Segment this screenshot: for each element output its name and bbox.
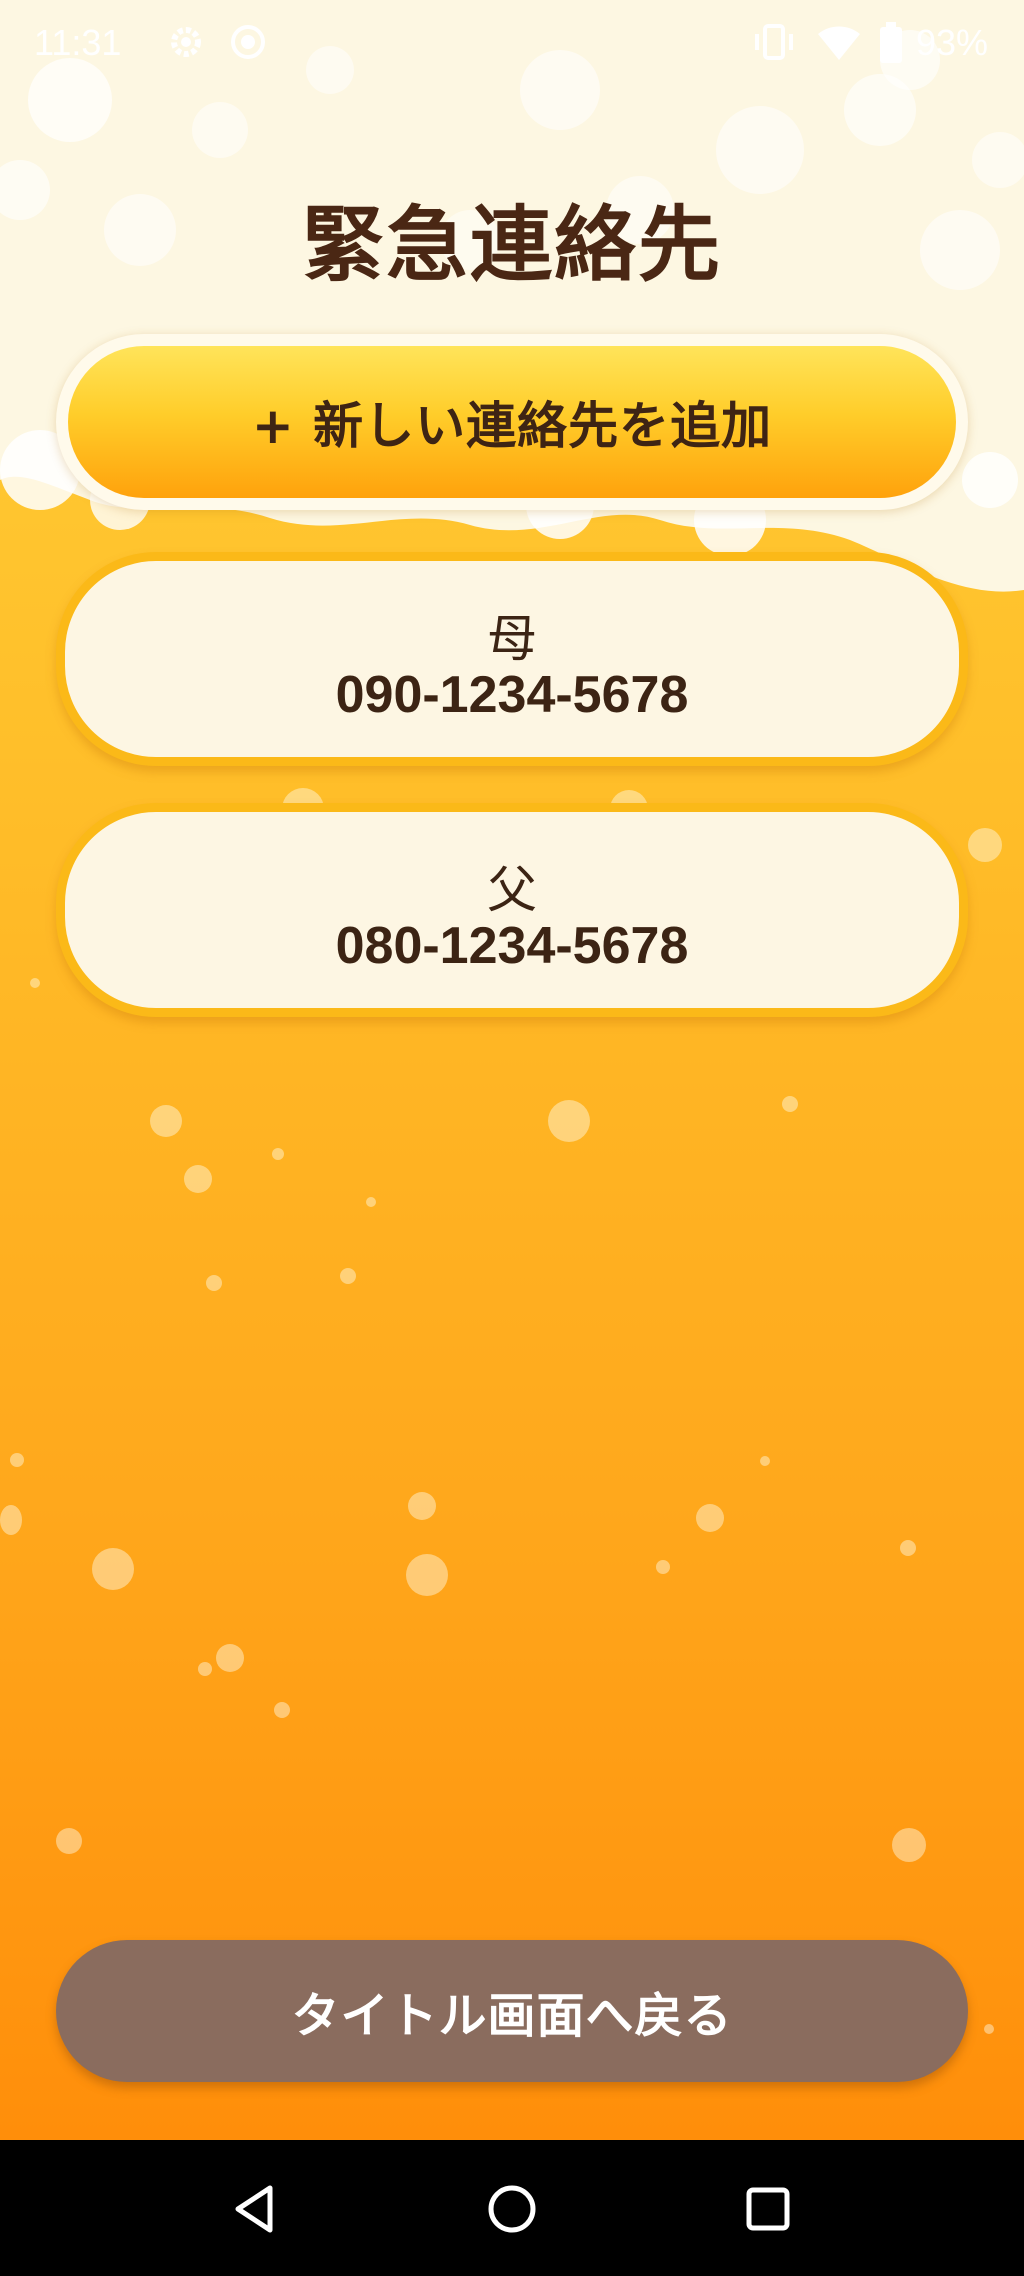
bubble xyxy=(340,1268,356,1284)
contact-phone: 090-1234-5678 xyxy=(335,666,689,724)
back-icon[interactable] xyxy=(220,2174,290,2244)
bubble xyxy=(272,1148,284,1160)
bubble xyxy=(30,978,40,988)
bubble xyxy=(198,1662,212,1676)
bubble xyxy=(10,1453,24,1467)
bubble xyxy=(968,828,1002,862)
bubble xyxy=(184,1165,212,1193)
bubble xyxy=(150,1105,182,1137)
bubble xyxy=(274,1702,290,1718)
bubble xyxy=(406,1554,448,1596)
contact-card[interactable]: 父 080-1234-5678 xyxy=(56,803,968,1017)
app-screen: 11:31 93% 緊急連絡先 + 新しい連絡先を追加 母 090-1234-5… xyxy=(0,0,1024,2140)
recents-icon[interactable] xyxy=(733,2174,803,2244)
bubble xyxy=(760,1456,770,1466)
wifi-icon xyxy=(818,26,860,60)
record-icon xyxy=(231,25,265,59)
contact-name: 父 xyxy=(487,861,537,919)
bubble xyxy=(548,1100,590,1142)
bubble xyxy=(408,1492,436,1520)
back-to-title-button[interactable]: タイトル画面へ戻る xyxy=(56,1940,968,2082)
bubble xyxy=(696,1504,724,1532)
bubble xyxy=(892,1828,926,1862)
bubble xyxy=(782,1096,798,1112)
contact-phone: 080-1234-5678 xyxy=(335,917,689,975)
bubble xyxy=(92,1548,134,1590)
vibrate-icon xyxy=(755,24,793,60)
battery-icon xyxy=(880,22,902,63)
page-title: 緊急連絡先 xyxy=(301,198,722,293)
bubble xyxy=(900,1540,916,1556)
gear-icon xyxy=(171,27,201,57)
bubble xyxy=(656,1560,670,1574)
home-icon[interactable] xyxy=(477,2174,547,2244)
system-nav-bar xyxy=(0,2140,1024,2276)
status-bar: 11:31 93% xyxy=(0,0,1024,86)
bubble xyxy=(56,1828,82,1854)
foam-background xyxy=(0,0,1024,592)
bubble xyxy=(0,1505,22,1535)
bubble xyxy=(984,2024,994,2034)
add-contact-button[interactable]: + 新しい連絡先を追加 xyxy=(68,346,956,498)
bubble xyxy=(366,1197,376,1207)
add-contact-button-frame: + 新しい連絡先を追加 xyxy=(56,334,968,510)
contact-name: 母 xyxy=(487,610,537,668)
bubble xyxy=(216,1644,244,1672)
bubble xyxy=(206,1275,222,1291)
battery-percent: 93% xyxy=(915,22,988,63)
contact-card[interactable]: 母 090-1234-5678 xyxy=(56,552,968,766)
status-time: 11:31 xyxy=(34,22,122,63)
